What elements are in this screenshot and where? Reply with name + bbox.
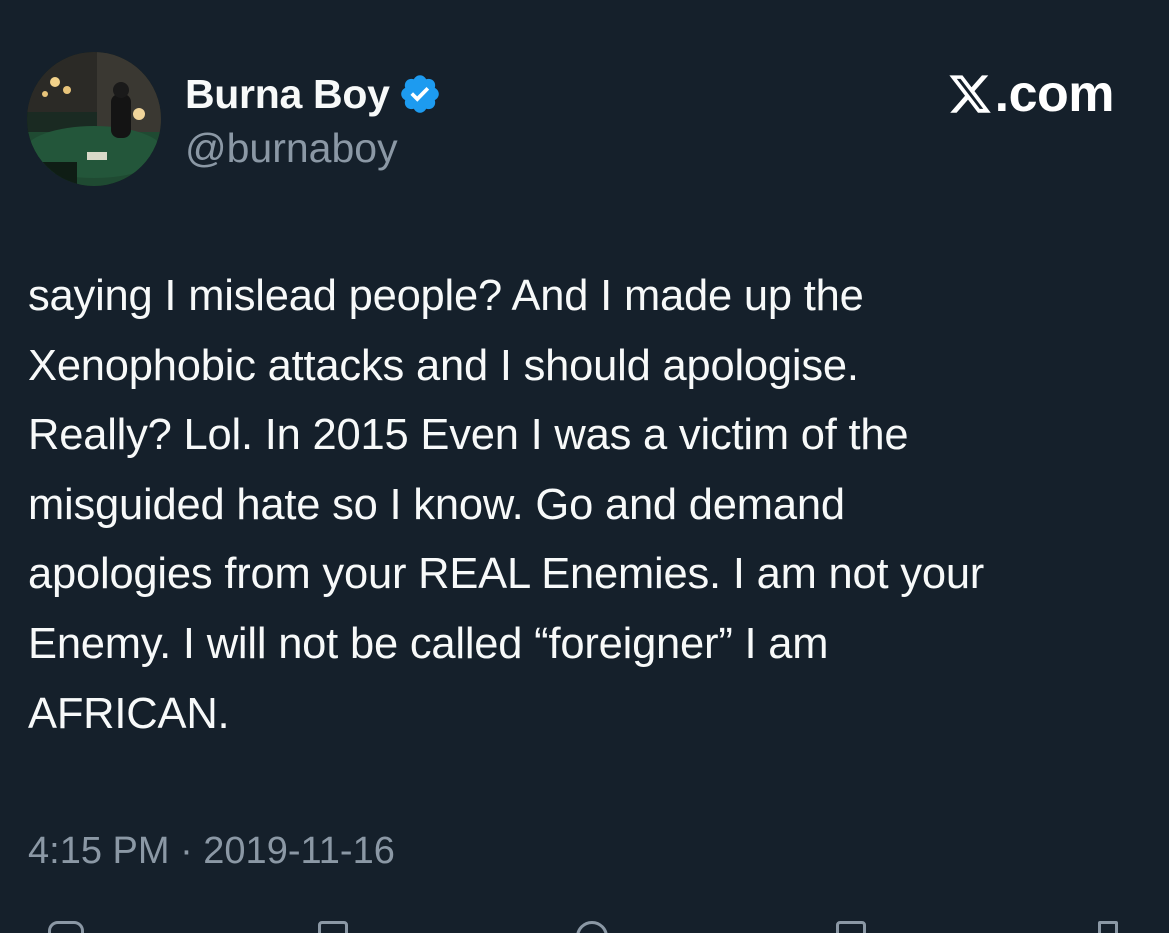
tweet-body: saying I mislead people? And I made up t… — [28, 272, 985, 738]
reply-icon[interactable] — [48, 921, 84, 933]
share-icon[interactable] — [1098, 921, 1118, 933]
author-handle[interactable]: @burnaboy — [185, 124, 398, 172]
avatar-image — [27, 52, 161, 186]
tweet-action-bar — [0, 915, 1169, 933]
verified-badge-icon — [398, 72, 442, 116]
x-logo-icon — [947, 71, 993, 117]
like-icon[interactable] — [576, 921, 608, 933]
bookmark-icon[interactable] — [836, 921, 866, 933]
brand-watermark: .com — [947, 65, 1115, 123]
retweet-icon[interactable] — [318, 921, 348, 933]
author-name-row[interactable]: Burna Boy — [185, 68, 442, 120]
brand-domain-text: .com — [994, 65, 1115, 123]
avatar[interactable] — [27, 52, 161, 186]
author-display-name[interactable]: Burna Boy — [185, 68, 390, 120]
tweet-timestamp[interactable]: 4:15 PM · 2019-11-16 — [28, 826, 395, 876]
